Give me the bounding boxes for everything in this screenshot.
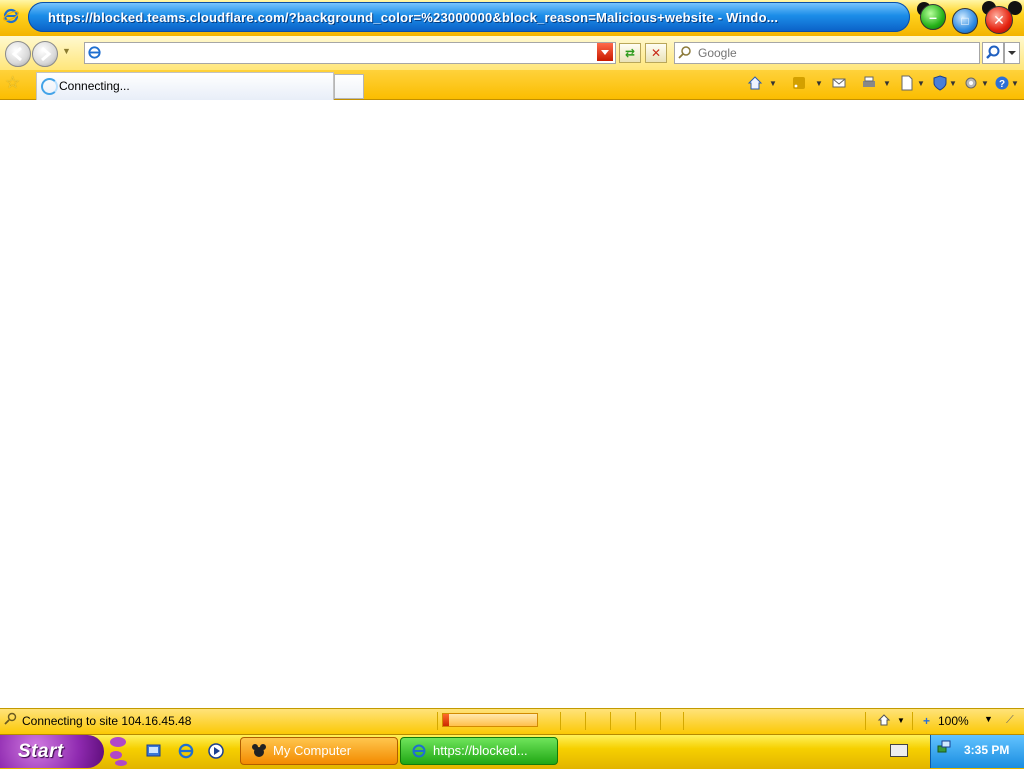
recent-pages-dropdown-icon[interactable]: ▼	[62, 46, 71, 56]
print-dropdown-icon[interactable]: ▼	[883, 75, 891, 93]
my-computer-icon	[252, 744, 266, 757]
tools-dropdown-icon[interactable]: ▼	[981, 75, 989, 93]
media-player-icon[interactable]	[207, 742, 225, 760]
tools-icon[interactable]	[962, 75, 980, 93]
maximize-button[interactable]: □	[952, 8, 978, 34]
internet-explorer-icon	[3, 8, 19, 24]
safety-icon[interactable]	[931, 75, 949, 93]
tab-label: Connecting...	[59, 79, 130, 93]
page-icon[interactable]	[898, 75, 916, 93]
page-dropdown-icon[interactable]: ▼	[917, 75, 925, 93]
zoom-icon[interactable]: +	[923, 714, 930, 728]
zoom-dropdown-icon[interactable]: ▼	[984, 714, 993, 724]
taskbar-button-label: My Computer	[273, 743, 352, 758]
refresh-button[interactable]: ⇄	[619, 43, 641, 63]
feeds-dropdown-icon[interactable]: ▼	[815, 75, 823, 93]
progress-bar-fill	[443, 714, 449, 726]
close-icon: ✕	[993, 11, 1005, 28]
resize-grip-icon[interactable]: ⟋	[1006, 714, 1014, 727]
minimize-button[interactable]: –	[920, 4, 946, 30]
network-icon[interactable]	[937, 740, 951, 754]
help-icon[interactable]: ?	[993, 75, 1011, 93]
close-button[interactable]: ✕	[985, 6, 1013, 34]
help-dropdown-icon[interactable]: ▼	[1011, 75, 1019, 93]
home-icon[interactable]	[746, 75, 764, 93]
forward-arrow-icon	[41, 46, 52, 62]
status-divider	[610, 712, 611, 730]
show-desktop-icon[interactable]	[145, 742, 163, 760]
stop-icon: ✕	[650, 46, 662, 60]
svg-text:?: ?	[999, 79, 1005, 90]
internet-explorer-quicklaunch-icon[interactable]	[177, 742, 195, 760]
read-mail-icon[interactable]	[830, 75, 848, 93]
internet-explorer-icon	[412, 744, 426, 758]
forward-button[interactable]	[32, 41, 58, 67]
status-divider	[865, 712, 866, 730]
new-tab-button[interactable]	[334, 74, 364, 99]
maximize-icon: □	[961, 14, 969, 28]
home-dropdown-icon[interactable]: ▼	[769, 75, 777, 93]
zoom-level[interactable]: 100%	[938, 714, 969, 728]
favorites-star-icon[interactable]: ☆	[5, 74, 23, 92]
chevron-down-icon	[1008, 51, 1016, 55]
loading-spinner-icon	[41, 78, 58, 95]
status-divider	[437, 712, 438, 730]
start-label: Start	[18, 741, 64, 762]
security-zone-icon[interactable]	[877, 713, 891, 727]
refresh-icon: ⇄	[624, 46, 636, 60]
start-decoration-icon	[108, 736, 127, 766]
zone-dropdown-icon[interactable]: ▼	[897, 716, 905, 725]
stop-button[interactable]: ✕	[645, 43, 667, 63]
search-options-dropdown[interactable]	[1004, 42, 1020, 64]
search-icon	[986, 45, 1000, 59]
safety-dropdown-icon[interactable]: ▼	[949, 75, 957, 93]
taskbar-button-my-computer[interactable]: My Computer	[240, 737, 398, 765]
address-dropdown-button[interactable]	[597, 43, 613, 61]
window-title: https://blocked.teams.cloudflare.com/?ba…	[48, 10, 779, 25]
minimize-icon: –	[929, 9, 937, 25]
print-icon[interactable]	[860, 75, 878, 93]
page-content-area[interactable]	[0, 100, 1024, 708]
page-ie-icon	[88, 46, 101, 59]
taskbar-button-internet-explorer[interactable]: https://blocked...	[400, 737, 558, 765]
progress-bar	[442, 713, 538, 727]
status-divider	[683, 712, 684, 730]
taskbar-button-label: https://blocked...	[433, 743, 528, 758]
back-arrow-icon	[11, 46, 22, 62]
clock[interactable]: 3:35 PM	[964, 743, 1009, 757]
status-text: Connecting to site 104.16.45.48	[22, 714, 192, 728]
status-divider	[560, 712, 561, 730]
status-divider	[635, 712, 636, 730]
feeds-icon[interactable]	[790, 75, 808, 93]
chevron-down-icon	[601, 50, 609, 55]
back-button[interactable]	[5, 41, 31, 67]
status-divider	[912, 712, 913, 730]
search-button[interactable]	[982, 42, 1004, 64]
status-divider	[585, 712, 586, 730]
status-divider	[660, 712, 661, 730]
search-input[interactable]	[696, 44, 970, 62]
search-provider-icon	[678, 46, 691, 59]
address-input[interactable]	[104, 44, 598, 62]
connecting-magnifier-icon	[4, 712, 17, 725]
keyboard-language-icon[interactable]	[890, 744, 908, 757]
